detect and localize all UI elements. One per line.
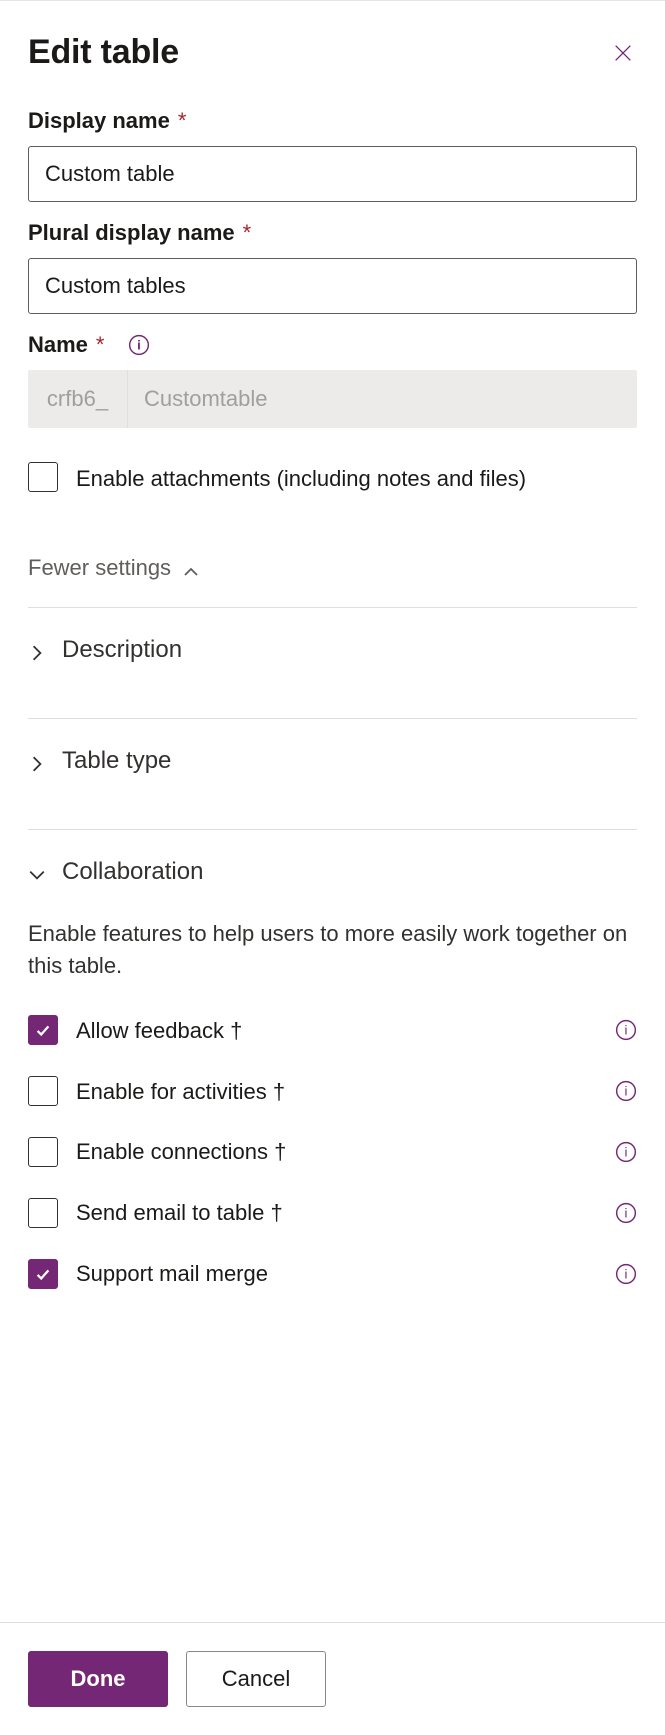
close-button[interactable] — [609, 39, 637, 67]
svg-text:i: i — [625, 1144, 628, 1159]
svg-text:i: i — [625, 1266, 628, 1281]
name-prefix: crfb6_ — [28, 370, 128, 428]
display-name-label-text: Display name — [28, 108, 170, 134]
enable-activities-row: Enable for activities † i — [28, 1061, 637, 1122]
required-marker: * — [96, 332, 105, 358]
chevron-up-icon — [183, 560, 199, 576]
display-name-field: Display name * — [28, 108, 637, 202]
send-email-row: Send email to table † i — [28, 1182, 637, 1243]
mail-merge-checkbox[interactable] — [28, 1259, 58, 1289]
description-section-label: Description — [62, 636, 182, 664]
description-section-toggle[interactable]: Description — [28, 608, 637, 692]
svg-text:i: i — [625, 1023, 628, 1038]
enable-connections-row: Enable connections † i — [28, 1121, 637, 1182]
close-icon — [612, 42, 634, 64]
name-label: Name * i — [28, 332, 637, 358]
info-icon[interactable]: i — [615, 1019, 637, 1041]
svg-text:i: i — [625, 1205, 628, 1220]
allow-feedback-label: Allow feedback † — [76, 1014, 597, 1047]
chevron-right-icon — [28, 752, 46, 770]
svg-text:i: i — [138, 337, 142, 352]
name-input-row: crfb6_ — [28, 370, 637, 428]
cancel-button[interactable]: Cancel — [186, 1651, 326, 1707]
fewer-settings-toggle[interactable]: Fewer settings — [28, 555, 637, 581]
display-name-label: Display name * — [28, 108, 637, 134]
chevron-right-icon — [28, 641, 46, 659]
name-field: Name * i crfb6_ — [28, 332, 637, 428]
collaboration-section-toggle[interactable]: Collaboration — [28, 830, 637, 914]
enable-attachments-row: Enable attachments (including notes and … — [28, 462, 637, 495]
chevron-down-icon — [28, 863, 46, 881]
plural-name-label-text: Plural display name — [28, 220, 235, 246]
panel-footer: Done Cancel — [0, 1622, 665, 1735]
svg-text:i: i — [625, 1083, 628, 1098]
enable-connections-label: Enable connections † — [76, 1135, 597, 1168]
display-name-input[interactable] — [28, 146, 637, 202]
enable-activities-label: Enable for activities † — [76, 1075, 597, 1108]
required-marker: * — [178, 108, 187, 134]
collaboration-description: Enable features to help users to more ea… — [28, 918, 637, 982]
plural-name-field: Plural display name * — [28, 220, 637, 314]
enable-attachments-checkbox[interactable] — [28, 462, 58, 492]
enable-attachments-label: Enable attachments (including notes and … — [76, 462, 526, 495]
send-email-label: Send email to table † — [76, 1196, 597, 1229]
send-email-checkbox[interactable] — [28, 1198, 58, 1228]
enable-connections-checkbox[interactable] — [28, 1137, 58, 1167]
done-button[interactable]: Done — [28, 1651, 168, 1707]
mail-merge-row: Support mail merge i — [28, 1243, 637, 1304]
allow-feedback-checkbox[interactable] — [28, 1015, 58, 1045]
table-type-section-toggle[interactable]: Table type — [28, 719, 637, 803]
info-icon[interactable]: i — [615, 1141, 637, 1163]
info-icon[interactable]: i — [615, 1263, 637, 1285]
name-input — [128, 370, 637, 428]
plural-name-input[interactable] — [28, 258, 637, 314]
info-icon[interactable]: i — [615, 1202, 637, 1224]
required-marker: * — [243, 220, 252, 246]
collaboration-section-label: Collaboration — [62, 858, 203, 886]
info-icon[interactable]: i — [128, 334, 150, 356]
edit-table-panel: Edit table Display name * Plural display… — [0, 0, 665, 1735]
scroll-area[interactable]: Display name * Plural display name * Nam… — [0, 90, 665, 1622]
plural-name-label: Plural display name * — [28, 220, 637, 246]
table-type-section-label: Table type — [62, 747, 171, 775]
info-icon[interactable]: i — [615, 1080, 637, 1102]
mail-merge-label: Support mail merge — [76, 1257, 597, 1290]
panel-title: Edit table — [28, 33, 179, 72]
fewer-settings-label: Fewer settings — [28, 555, 171, 581]
enable-activities-checkbox[interactable] — [28, 1076, 58, 1106]
allow-feedback-row: Allow feedback † i — [28, 1000, 637, 1061]
panel-header: Edit table — [0, 1, 665, 90]
name-label-text: Name — [28, 332, 88, 358]
